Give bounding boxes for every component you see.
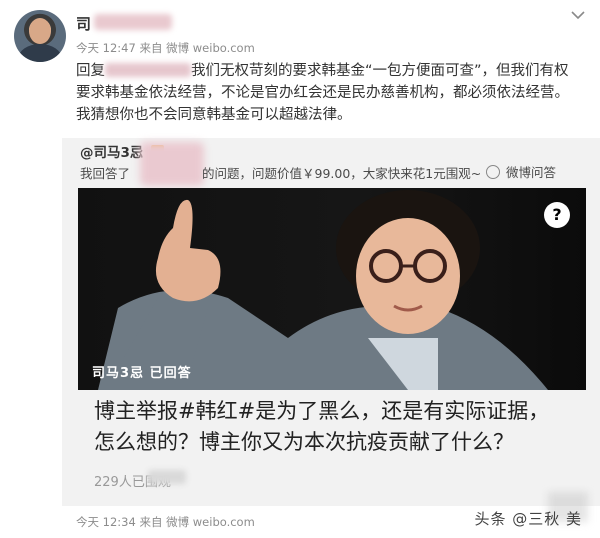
photo-caption: 司马3忌 已回答: [92, 366, 192, 381]
face-shape: [356, 218, 460, 334]
post-source-label: 来自: [139, 41, 163, 55]
answer-suffix: 的问题，问题价值￥99.00，大家快来花1元围观~: [202, 166, 482, 181]
qa-icon: [486, 165, 500, 179]
post-source[interactable]: 微博 weibo.com: [166, 41, 255, 55]
repost-source[interactable]: 微博 weibo.com: [166, 515, 255, 529]
post-body: 回复 我们无权苛刻的要求韩基金“一包方便面可查”，但我们有权要求韩基金依法经营，不…: [76, 60, 582, 126]
chevron-down-icon[interactable]: [570, 6, 586, 25]
photo-illustration: [98, 190, 548, 390]
avatar-body: [18, 44, 62, 62]
watermark: 头条 @三秋 美: [474, 510, 582, 528]
chevron-svg: [571, 11, 585, 20]
weibo-qa-link[interactable]: 微博问答: [486, 162, 556, 181]
reply-prefix: 回复: [76, 63, 105, 79]
reply-target-blur: [105, 63, 191, 77]
views-number: 229: [94, 475, 119, 490]
author-name-blur: [94, 14, 172, 30]
repost-source-label: 来自: [139, 515, 163, 529]
weibo-qa-label[interactable]: 微博问答: [506, 165, 556, 180]
post-meta: 今天 12:47 来自 微博 weibo.com: [76, 40, 255, 56]
answer-photo[interactable]: ? 司马3忌 已回答: [78, 188, 586, 390]
avatar-face: [29, 18, 51, 44]
views-blur: [148, 470, 186, 484]
answer-prefix: 我回答了: [80, 166, 131, 181]
raised-hand: [155, 199, 221, 302]
author-avatar[interactable]: [14, 10, 66, 62]
author-name[interactable]: 司: [76, 13, 91, 34]
question-title[interactable]: 博主举报#韩红#是为了黑么，还是有实际证据，怎么想的？博主你又为本次抗疫贡献了什…: [94, 396, 564, 458]
repost-meta: 今天 12:34 来自 微博 weibo.com: [76, 514, 255, 530]
answer-line: 我回答了 的问题，问题价值￥99.00，大家快来花1元围观~: [80, 163, 481, 182]
question-mark-icon: ?: [544, 202, 570, 228]
repost-time: 今天 12:34: [76, 515, 136, 529]
post-time: 今天 12:47: [76, 41, 136, 55]
repost-author-name[interactable]: @司马3忌: [80, 145, 143, 161]
